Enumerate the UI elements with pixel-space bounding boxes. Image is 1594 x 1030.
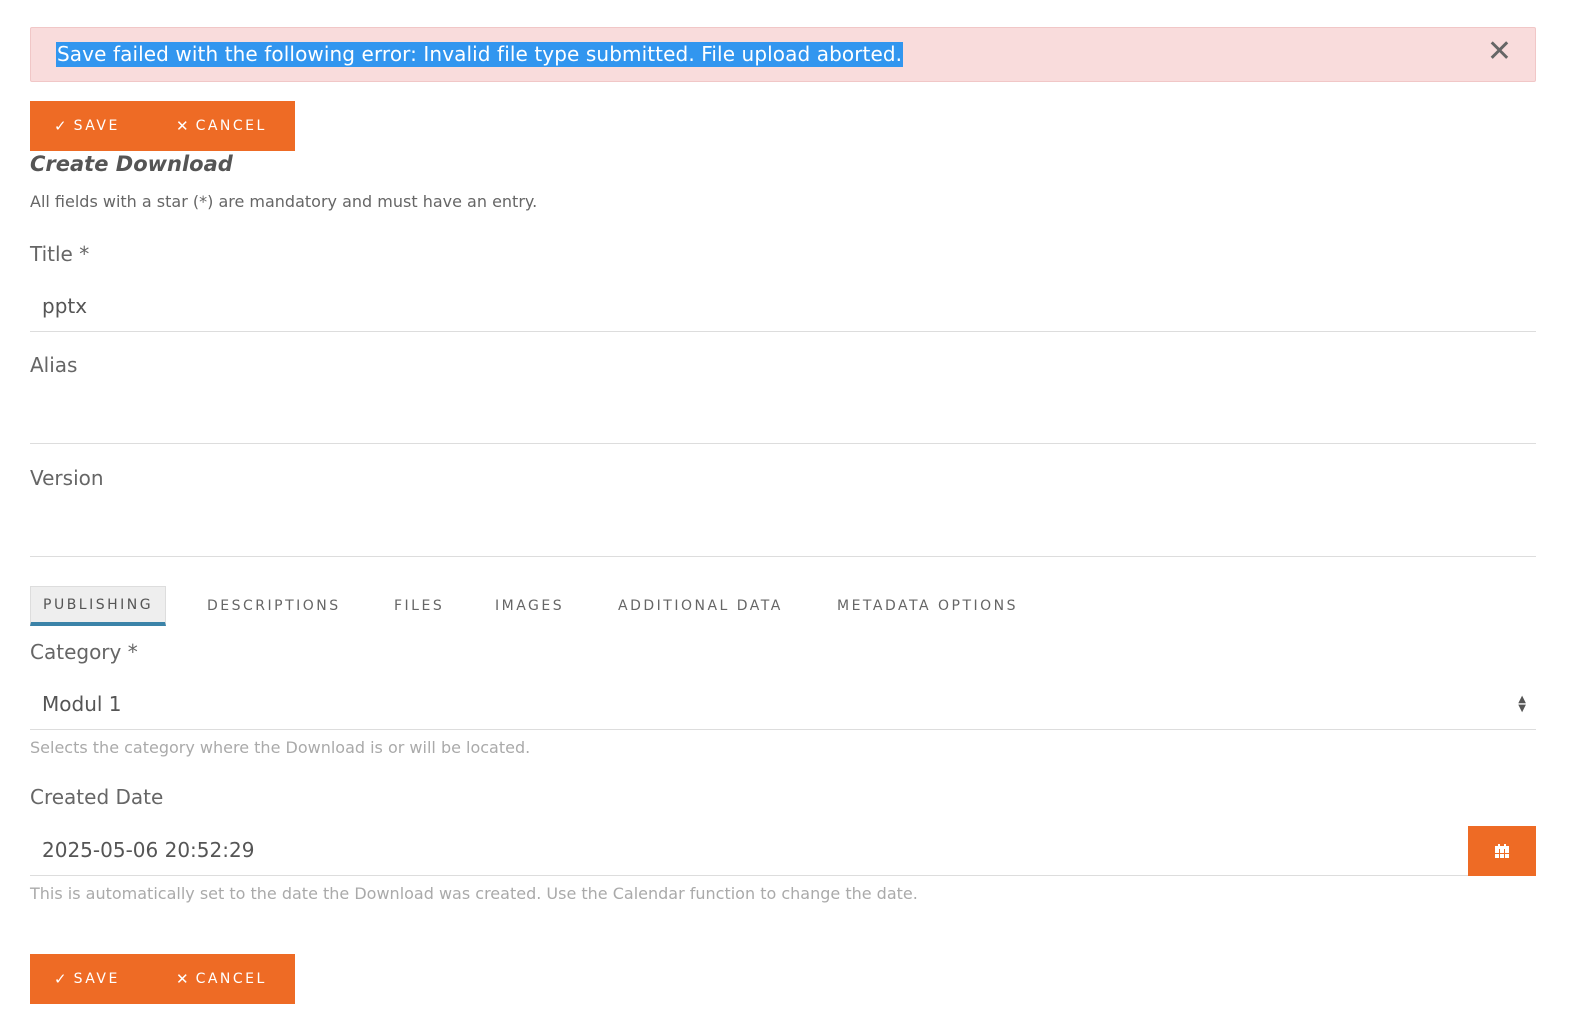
tab-files[interactable]: FILES: [394, 586, 444, 626]
save-button[interactable]: ✓ SAVE: [30, 954, 176, 1004]
title-field[interactable]: pptx: [30, 282, 1536, 332]
category-hint: Selects the category where the Download …: [30, 738, 531, 757]
category-selected: Modul 1: [42, 692, 122, 716]
alert-message: Save failed with the following error: In…: [56, 42, 904, 67]
x-icon: ✕: [176, 970, 189, 988]
category-label: Category *: [30, 640, 138, 664]
tab-publishing[interactable]: PUBLISHING: [30, 586, 167, 626]
cancel-label: CANCEL: [195, 971, 267, 987]
title-label: Title *: [30, 242, 90, 266]
save-button[interactable]: ✓ SAVE: [30, 101, 176, 151]
tab-metadata-options[interactable]: METADATA OPTIONS: [837, 586, 1018, 626]
x-icon: ✕: [176, 117, 189, 135]
title-value: pptx: [42, 294, 88, 318]
created-date-hint: This is automatically set to the date th…: [30, 884, 918, 903]
alias-label: Alias: [30, 353, 78, 377]
cancel-label: CANCEL: [195, 118, 267, 134]
created-date-field[interactable]: 2025-05-06 20:52:29: [30, 826, 1536, 876]
page-title: Create Download: [30, 152, 233, 176]
calendar-button[interactable]: [1468, 826, 1536, 876]
error-alert: Save failed with the following error: In…: [30, 27, 1536, 82]
calendar-icon: [1495, 844, 1509, 858]
check-icon: ✓: [54, 970, 67, 988]
category-select[interactable]: Modul 1 ▲ ▼: [30, 680, 1536, 730]
close-icon[interactable]: ✕: [1487, 37, 1512, 67]
bottom-toolbar: ✓ SAVE ✕ CANCEL: [30, 954, 295, 1004]
mandatory-note: All fields with a star (*) are mandatory…: [30, 192, 538, 211]
tab-bar: PUBLISHING DESCRIPTIONS FILES IMAGES ADD…: [30, 586, 1130, 626]
created-date-label: Created Date: [30, 785, 164, 809]
created-date-value: 2025-05-06 20:52:29: [42, 838, 255, 862]
sort-arrows-icon: ▲ ▼: [1518, 694, 1526, 714]
tab-images[interactable]: IMAGES: [495, 586, 564, 626]
save-label: SAVE: [73, 971, 120, 987]
cancel-button[interactable]: ✕ CANCEL: [176, 101, 267, 151]
tab-descriptions[interactable]: DESCRIPTIONS: [207, 586, 341, 626]
alias-field[interactable]: [30, 394, 1536, 444]
version-label: Version: [30, 466, 104, 490]
cancel-button[interactable]: ✕ CANCEL: [176, 954, 267, 1004]
top-toolbar: ✓ SAVE ✕ CANCEL: [30, 101, 295, 151]
check-icon: ✓: [54, 117, 67, 135]
tab-additional-data[interactable]: ADDITIONAL DATA: [618, 586, 783, 626]
version-field[interactable]: [30, 507, 1536, 557]
save-label: SAVE: [73, 118, 120, 134]
